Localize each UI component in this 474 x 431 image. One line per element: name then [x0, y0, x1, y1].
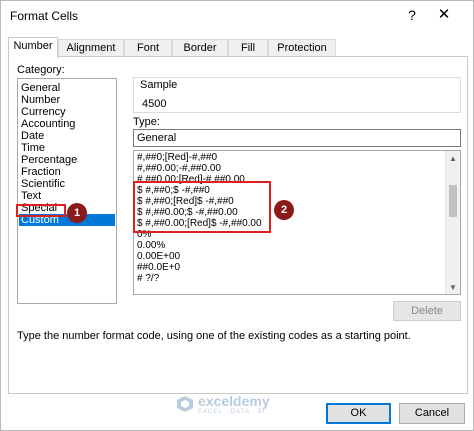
custom-highlight-box: [16, 204, 66, 217]
tab-fill[interactable]: Fill: [228, 39, 268, 57]
number-tab-panel: Category: General Number Currency Accoun…: [8, 56, 468, 394]
watermark-name: exceldemy: [198, 393, 270, 409]
tab-number[interactable]: Number: [8, 37, 58, 58]
tab-font[interactable]: Font: [124, 39, 172, 57]
scroll-down-arrow-icon[interactable]: ▼: [449, 283, 457, 292]
sample-label: Sample: [140, 79, 178, 91]
tab-protection[interactable]: Protection: [268, 39, 336, 57]
category-list[interactable]: General Number Currency Accounting Date …: [17, 78, 117, 304]
title-bar: Format Cells ? ✕: [1, 1, 473, 31]
sample-value: 4500: [142, 98, 167, 110]
dialog-title: Format Cells: [10, 9, 79, 23]
format-cells-dialog: Format Cells ? ✕ Number Alignment Font B…: [0, 0, 474, 431]
format-list-scrollbar[interactable]: ▲ ▼: [445, 151, 460, 294]
delete-button[interactable]: Delete: [393, 301, 461, 321]
type-input[interactable]: General: [133, 129, 461, 147]
format-item[interactable]: #,##0.00;-#,##0.00: [137, 163, 221, 174]
exceldemy-logo-icon: [177, 396, 193, 412]
description-text: Type the number format code, using one o…: [17, 330, 411, 342]
category-item-time[interactable]: Time: [21, 142, 45, 154]
close-button[interactable]: ✕: [427, 3, 461, 27]
format-item[interactable]: # ?/?: [137, 273, 159, 284]
tab-border[interactable]: Border: [172, 39, 228, 57]
category-item-percentage[interactable]: Percentage: [21, 154, 77, 166]
tab-strip: Number Alignment Font Border Fill Protec…: [8, 37, 468, 58]
ok-button[interactable]: OK: [326, 403, 391, 424]
category-item-fraction[interactable]: Fraction: [21, 166, 61, 178]
exceldemy-watermark: exceldemy EXCEL · DATA · BI: [176, 391, 296, 419]
tab-alignment[interactable]: Alignment: [58, 39, 124, 57]
cancel-button[interactable]: Cancel: [399, 403, 465, 424]
category-label: Category:: [17, 64, 65, 76]
help-button[interactable]: ?: [397, 3, 427, 27]
annotation-badge-1: 1: [67, 203, 87, 223]
currency-formats-highlight-box: [133, 181, 271, 233]
sample-group: Sample 4500: [133, 77, 461, 113]
category-item-date[interactable]: Date: [21, 130, 44, 142]
category-item-currency[interactable]: Currency: [21, 106, 66, 118]
scroll-up-arrow-icon[interactable]: ▲: [449, 154, 457, 163]
scroll-thumb[interactable]: [449, 185, 457, 217]
watermark-tagline: EXCEL · DATA · BI: [198, 409, 266, 415]
format-item[interactable]: 0.00E+00: [137, 251, 180, 262]
annotation-badge-2: 2: [274, 200, 294, 220]
category-item-accounting[interactable]: Accounting: [21, 118, 75, 130]
category-item-scientific[interactable]: Scientific: [21, 178, 65, 190]
category-item-number[interactable]: Number: [21, 94, 60, 106]
format-item[interactable]: ##0.0E+0: [137, 262, 180, 273]
category-item-text[interactable]: Text: [21, 190, 41, 202]
format-item[interactable]: #,##0;[Red]-#,##0: [137, 152, 217, 163]
category-item-general[interactable]: General: [21, 82, 60, 94]
format-item[interactable]: 0.00%: [137, 240, 165, 251]
type-label: Type:: [133, 116, 160, 128]
